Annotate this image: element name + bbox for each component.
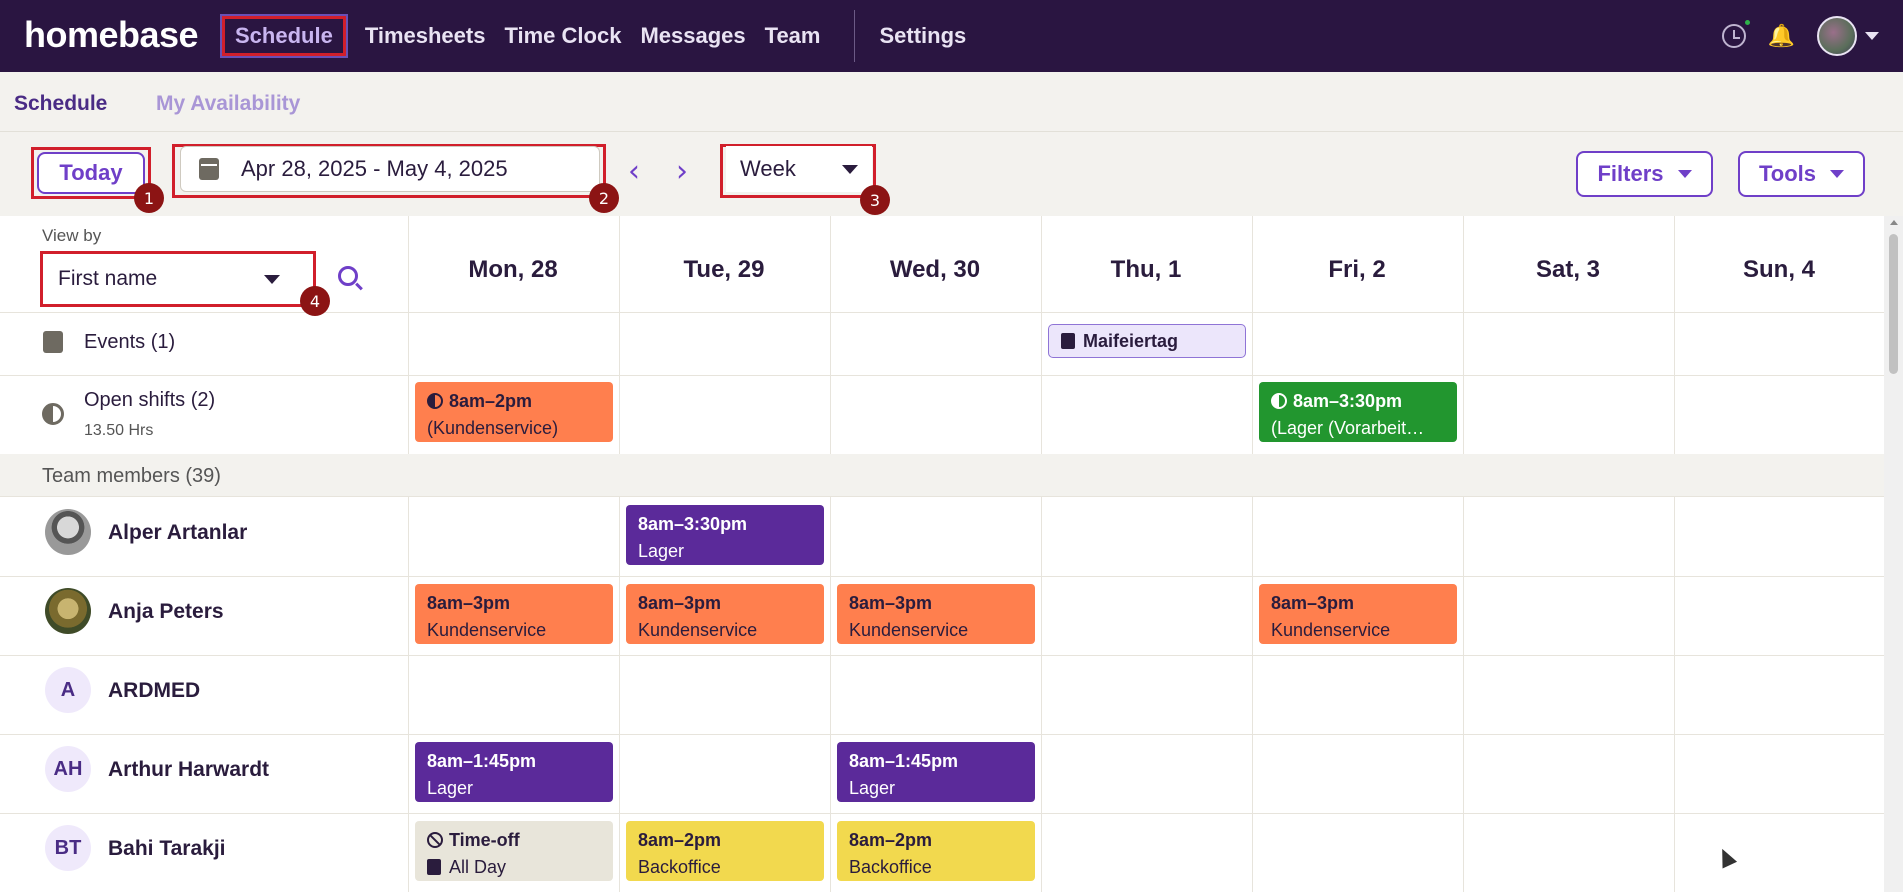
day-header: Sat, 3 bbox=[1535, 256, 1601, 283]
date-range-text: Apr 28, 2025 - May 4, 2025 bbox=[241, 156, 508, 181]
nav-right: 🔔 bbox=[1721, 0, 1879, 72]
scroll-thumb[interactable] bbox=[1889, 234, 1898, 374]
avatar: A bbox=[45, 667, 91, 713]
prev-week-button[interactable]: ‹ bbox=[628, 154, 640, 189]
open-shift-card[interactable]: 8am–3:30pm (Lager (Vorarbeit… bbox=[1259, 382, 1457, 442]
view-mode-select[interactable]: Week bbox=[726, 146, 872, 192]
next-week-button[interactable]: › bbox=[676, 154, 688, 189]
filters-button[interactable]: Filters bbox=[1576, 151, 1713, 197]
view-by-label: View by bbox=[42, 226, 102, 245]
shift-card[interactable]: 8am–1:45pm Lager bbox=[415, 742, 613, 802]
nav-links: Schedule Timesheets Time Clock Messages … bbox=[220, 0, 985, 72]
shift-card[interactable]: 8am–3pm Kundenservice bbox=[415, 584, 613, 644]
annotation-badge: 4 bbox=[300, 286, 330, 316]
annotation-badge: 3 bbox=[860, 185, 890, 215]
day-header: Mon, 28 bbox=[468, 256, 558, 283]
calendar-icon bbox=[1061, 333, 1075, 349]
chevron-down-icon bbox=[1677, 170, 1692, 178]
shift-card[interactable]: 8am–2pm Backoffice bbox=[626, 821, 824, 881]
clock-icon[interactable] bbox=[1721, 20, 1750, 48]
shift-card[interactable]: 8am–2pm Backoffice bbox=[837, 821, 1035, 881]
member-name[interactable]: Arthur Harwardt bbox=[108, 758, 269, 782]
search-icon[interactable] bbox=[338, 266, 358, 286]
avatar: AH bbox=[45, 746, 91, 792]
member-name[interactable]: Anja Peters bbox=[108, 600, 224, 624]
ban-icon bbox=[427, 832, 443, 848]
open-shift-card[interactable]: 8am–2pm (Kundenservice) bbox=[415, 382, 613, 442]
today-button[interactable]: Today bbox=[37, 152, 145, 194]
member-name[interactable]: Alper Artanlar bbox=[108, 521, 247, 545]
chevron-down-icon bbox=[1830, 170, 1845, 178]
annotation-badge: 1 bbox=[134, 183, 164, 213]
chevron-down-icon[interactable] bbox=[1865, 32, 1879, 40]
filters-label: Filters bbox=[1597, 161, 1664, 186]
tab-schedule[interactable]: Schedule bbox=[14, 92, 107, 116]
time-off-card[interactable]: Time-off All Day bbox=[415, 821, 613, 881]
shift-card[interactable]: 8am–3pm Kundenservice bbox=[626, 584, 824, 644]
calendar-check-icon bbox=[427, 859, 441, 875]
day-header: Fri, 2 bbox=[1328, 256, 1386, 283]
day-header: Wed, 30 bbox=[889, 256, 981, 283]
event-chip[interactable]: Maifeiertag bbox=[1048, 324, 1246, 358]
events-row-label: Events (1) bbox=[84, 331, 176, 353]
member-name[interactable]: ARDMED bbox=[108, 679, 200, 703]
avatar bbox=[45, 509, 91, 555]
bell-icon[interactable]: 🔔 bbox=[1768, 23, 1795, 49]
open-shift-icon bbox=[42, 403, 64, 425]
schedule-toolbar: Today 1 Apr 28, 2025 - May 4, 2025 2 ‹ ›… bbox=[0, 132, 1903, 216]
calendar-icon bbox=[43, 331, 63, 353]
open-shifts-label: Open shifts (2) bbox=[84, 389, 216, 411]
open-shift-icon bbox=[1271, 393, 1287, 409]
tools-button[interactable]: Tools bbox=[1738, 151, 1865, 197]
nav-timesheets[interactable]: Timesheets bbox=[365, 23, 486, 49]
team-members-label: Team members (39) bbox=[42, 465, 221, 487]
sub-nav: Schedule My Availability bbox=[0, 72, 1903, 132]
view-mode-value: Week bbox=[740, 156, 796, 181]
calendar-icon bbox=[199, 158, 219, 180]
vertical-scrollbar[interactable] bbox=[1884, 216, 1903, 892]
scroll-up-arrow[interactable] bbox=[1890, 220, 1898, 225]
chevron-down-icon bbox=[264, 274, 280, 284]
nav-schedule[interactable]: Schedule bbox=[220, 14, 348, 58]
nav-team[interactable]: Team bbox=[765, 23, 821, 49]
open-shifts-hours: 13.50 Hrs bbox=[84, 422, 154, 439]
team-section-band bbox=[0, 454, 1884, 496]
open-shift-icon bbox=[427, 393, 443, 409]
homebase-logo[interactable]: homebase bbox=[24, 14, 199, 56]
shift-card[interactable]: 8am–1:45pm Lager bbox=[837, 742, 1035, 802]
chevron-down-icon bbox=[841, 164, 858, 174]
avatar bbox=[45, 588, 91, 634]
nav-divider bbox=[854, 10, 856, 62]
day-header: Thu, 1 bbox=[1110, 256, 1182, 283]
member-name[interactable]: Bahi Tarakji bbox=[108, 837, 226, 861]
nav-time-clock[interactable]: Time Clock bbox=[504, 23, 621, 49]
status-dot bbox=[1744, 20, 1750, 25]
tools-label: Tools bbox=[1758, 161, 1817, 186]
user-avatar[interactable] bbox=[1817, 16, 1857, 56]
schedule-grid: View by First name 4 Mon, 28 Tue, 29 Wed… bbox=[0, 216, 1884, 892]
nav-settings[interactable]: Settings bbox=[879, 23, 966, 49]
shift-card[interactable]: 8am–3pm Kundenservice bbox=[1259, 584, 1457, 644]
tab-my-availability[interactable]: My Availability bbox=[156, 92, 300, 116]
avatar: BT bbox=[45, 825, 91, 871]
date-range-picker[interactable]: Apr 28, 2025 - May 4, 2025 bbox=[180, 146, 600, 192]
day-header: Tue, 29 bbox=[683, 256, 765, 283]
top-nav: homebase Schedule Timesheets Time Clock … bbox=[0, 0, 1903, 72]
day-header: Sun, 4 bbox=[1742, 256, 1815, 283]
nav-messages[interactable]: Messages bbox=[640, 23, 745, 49]
shift-card[interactable]: 8am–3:30pm Lager bbox=[626, 505, 824, 565]
view-by-select[interactable]: First name bbox=[44, 256, 294, 302]
event-chip-label: Maifeiertag bbox=[1083, 330, 1179, 351]
annotation-badge: 2 bbox=[589, 183, 619, 213]
view-by-value: First name bbox=[58, 267, 158, 290]
shift-card[interactable]: 8am–3pm Kundenservice bbox=[837, 584, 1035, 644]
